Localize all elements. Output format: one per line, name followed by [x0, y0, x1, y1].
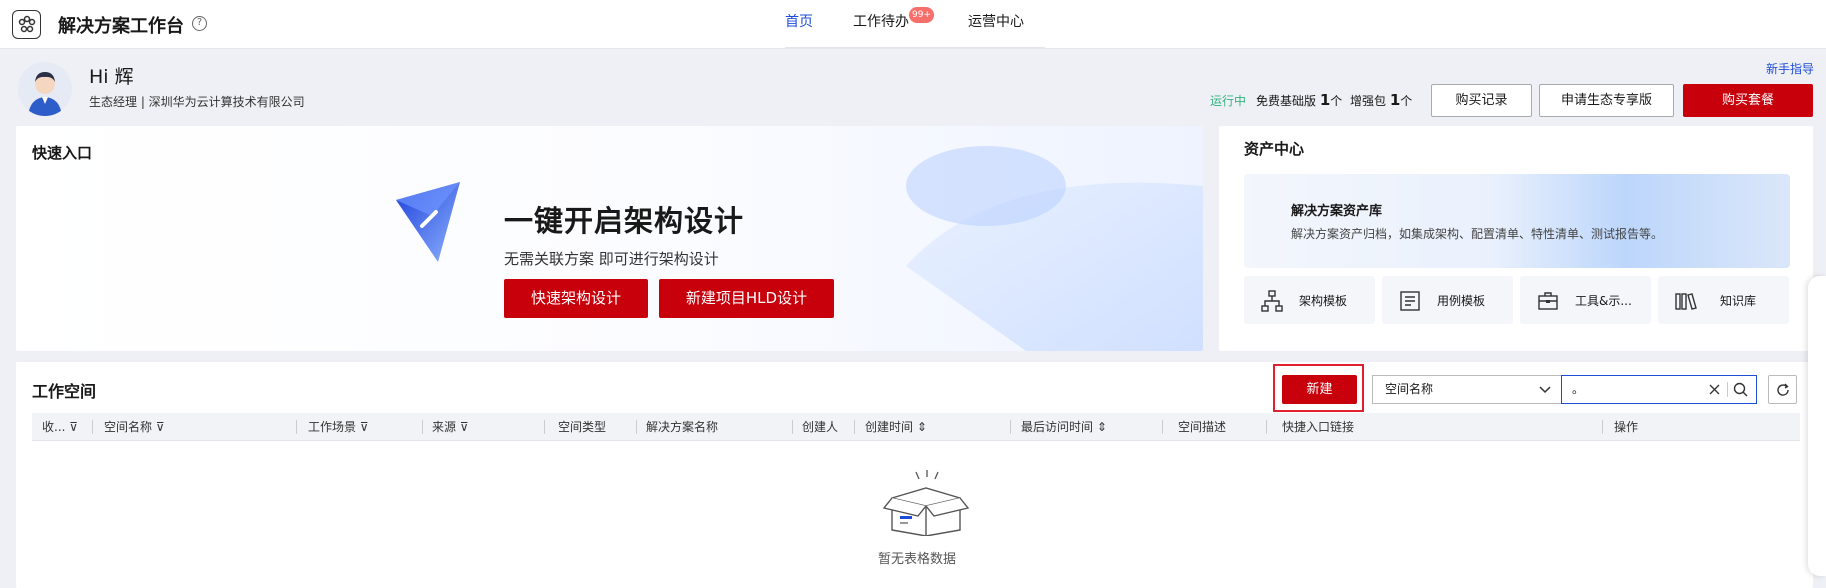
filter-icon[interactable]: ⊽: [360, 420, 369, 434]
col-separator: [1602, 420, 1603, 434]
col-separator: [792, 420, 793, 434]
floating-side-widget[interactable]: [1808, 276, 1826, 576]
nav-home[interactable]: 首页: [785, 0, 813, 49]
hero-title: 一键开启架构设计: [504, 204, 745, 238]
col-separator: [1010, 420, 1011, 434]
apply-eco-button[interactable]: 申请生态专享版: [1539, 84, 1674, 117]
new-workspace-button[interactable]: 新建: [1282, 375, 1357, 404]
app-logo-icon[interactable]: [12, 10, 41, 39]
col-separator: [92, 420, 93, 434]
user-role: 生态经理 | 深圳华为云计算技术有限公司: [89, 95, 305, 109]
tile-label: 用例模板: [1437, 294, 1486, 308]
table-header: 收... ⊽ 空间名称 ⊽ 工作场景 ⊽ 来源 ⊽ 空间类型 解决方案名称 创建…: [32, 413, 1800, 441]
col-separator: [296, 420, 297, 434]
refresh-icon: [1777, 383, 1789, 396]
asset-library-desc: 解决方案资产归档，如集成架构、配置清单、特性清单、测试报告等。: [1291, 227, 1664, 241]
document-list-icon: [1400, 291, 1420, 311]
top-bar: 解决方案工作台 ? 首页 工作待办 99+ 运营中心: [0, 0, 1826, 49]
col-separator: [854, 420, 855, 434]
greeting: Hi 辉: [89, 66, 134, 88]
search-divider: [1727, 382, 1728, 397]
tile-label: 工具&示...: [1575, 294, 1632, 308]
refresh-button[interactable]: [1768, 375, 1797, 404]
filter-icon[interactable]: ⊽: [460, 420, 469, 434]
nav-todo[interactable]: 工作待办: [853, 0, 909, 49]
todo-badge: 99+: [909, 7, 934, 23]
tile-architecture-template[interactable]: 架构模板: [1244, 276, 1375, 324]
avatar[interactable]: [18, 62, 72, 116]
new-hld-button[interactable]: 新建项目HLD设计: [659, 279, 834, 318]
nav-ops[interactable]: 运营中心: [968, 0, 1024, 49]
quick-entry-title: 快速入口: [32, 144, 93, 162]
tile-label: 架构模板: [1299, 294, 1348, 308]
col-actions: 操作: [1614, 420, 1639, 434]
toolbox-icon: [1538, 292, 1558, 310]
workspace-title: 工作空间: [32, 382, 97, 401]
help-icon[interactable]: ?: [192, 16, 207, 31]
col-separator: [636, 420, 637, 434]
filter-icon[interactable]: ⊽: [156, 420, 165, 434]
guide-link[interactable]: 新手指导: [1766, 60, 1814, 77]
col-source[interactable]: 来源 ⊽: [432, 413, 469, 441]
col-favorite[interactable]: 收... ⊽: [42, 413, 78, 441]
col-space-name[interactable]: 空间名称 ⊽: [104, 413, 165, 441]
chevron-down-icon: [1539, 386, 1551, 394]
empty-box-icon: [882, 470, 970, 536]
nav-underline: [785, 47, 1045, 49]
fast-design-button[interactable]: 快速架构设计: [504, 279, 648, 318]
col-description: 空间描述: [1178, 420, 1227, 434]
books-icon: [1675, 293, 1697, 310]
col-separator: [544, 420, 545, 434]
col-separator: [1266, 420, 1267, 434]
tile-label: 知识库: [1720, 294, 1757, 308]
col-creator: 创建人: [802, 420, 839, 434]
workspace-card: 工作空间 新建 空间名称 。 收... ⊽ 空间名称 ⊽ 工作场景 ⊽ 来源 ⊽…: [16, 362, 1813, 588]
col-scene[interactable]: 工作场景 ⊽: [308, 413, 369, 441]
select-value: 空间名称: [1385, 382, 1434, 396]
buy-package-button[interactable]: 购买套餐: [1683, 84, 1813, 117]
col-separator: [1162, 420, 1163, 434]
col-space-type: 空间类型: [558, 420, 607, 434]
empty-table-text: 暂无表格数据: [878, 552, 957, 567]
hero-subtitle: 无需关联方案 即可进行架构设计: [504, 250, 719, 268]
hero-decoration-icon: [906, 146, 1203, 351]
free-plan-stat: 免费基础版 1个: [1256, 91, 1343, 109]
filter-icon[interactable]: ⊽: [69, 420, 78, 434]
col-created-time[interactable]: 创建时间 ⇕: [865, 413, 927, 441]
asset-library-title: 解决方案资产库: [1291, 204, 1383, 219]
col-last-visit[interactable]: 最后访问时间 ⇕: [1021, 413, 1107, 441]
asset-center-title: 资产中心: [1244, 140, 1305, 158]
col-separator: [422, 420, 423, 434]
col-solution-name: 解决方案名称: [646, 420, 719, 434]
asset-center-card: 资产中心 解决方案资产库 解决方案资产归档，如集成架构、配置清单、特性清单、测试…: [1219, 126, 1813, 351]
tile-knowledge-base[interactable]: 知识库: [1658, 276, 1789, 324]
tile-usecase-template[interactable]: 用例模板: [1382, 276, 1513, 324]
search-field-select[interactable]: 空间名称: [1372, 375, 1564, 404]
tile-tools-examples[interactable]: 工具&示...: [1520, 276, 1651, 324]
search-icon[interactable]: [1733, 382, 1748, 397]
app-title: 解决方案工作台: [58, 16, 184, 37]
col-quick-link: 快捷入口链接: [1282, 420, 1355, 434]
plus-pack-stat: 增强包 1个: [1350, 91, 1413, 109]
sort-icon[interactable]: ⇕: [917, 420, 927, 434]
asset-library-banner[interactable]: 解决方案资产库 解决方案资产归档，如集成架构、配置清单、特性清单、测试报告等。: [1244, 174, 1790, 268]
paper-plane-icon: [396, 182, 460, 262]
quick-entry-card: 快速入口 一键开启架构设计 无需关联方案 即可进行架构设计 快速架构设计 新建项…: [16, 126, 1203, 351]
sort-icon[interactable]: ⇕: [1097, 420, 1107, 434]
purchase-records-button[interactable]: 购买记录: [1431, 84, 1532, 117]
search-input[interactable]: 。: [1561, 375, 1757, 404]
clear-icon[interactable]: [1709, 384, 1720, 395]
search-value: 。: [1572, 382, 1585, 396]
hierarchy-icon: [1261, 290, 1283, 312]
status-running: 运行中: [1210, 94, 1247, 108]
